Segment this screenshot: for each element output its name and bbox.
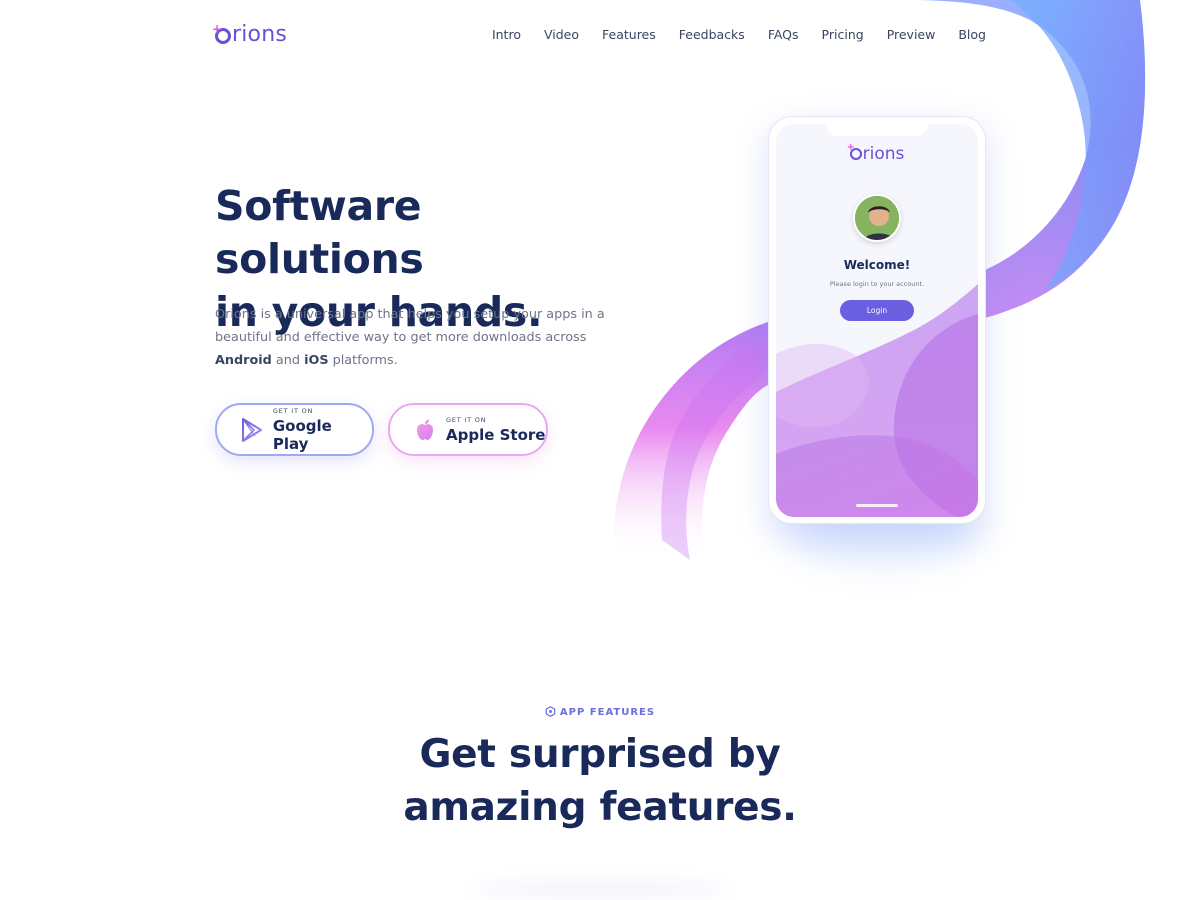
hero-title-line1: Software solutions — [215, 182, 424, 283]
google-play-icon — [239, 417, 265, 443]
nav-link-pricing[interactable]: Pricing — [822, 27, 864, 42]
brand-name: rions — [232, 22, 288, 47]
features-kicker: APP FEATURES — [0, 706, 1200, 718]
google-play-label: Google Play — [272, 416, 332, 453]
logo-plus-icon: + — [212, 21, 223, 36]
hero-desc-part1: Orions is a universal app that helps you… — [215, 307, 605, 345]
phone-logo-name: rions — [862, 144, 905, 164]
user-avatar — [853, 194, 901, 242]
google-play-text: GET IT ON Google Play — [273, 407, 372, 453]
nav-link-blog[interactable]: Blog — [958, 27, 986, 42]
phone-logo-plus-icon: + — [846, 142, 856, 153]
phone-logo-ring-icon: + — [847, 143, 862, 160]
hero-desc-and: and — [275, 353, 300, 368]
hero-description: Orions is a universal app that helps you… — [215, 303, 610, 372]
features-title-line2: amazing features. — [403, 785, 797, 830]
nav-link-preview[interactable]: Preview — [887, 27, 936, 42]
main-nav: Intro Video Features Feedbacks FAQs Pric… — [492, 27, 986, 42]
features-title-line1: Get surprised by — [419, 732, 781, 777]
apple-icon — [412, 417, 438, 443]
nav-link-intro[interactable]: Intro — [492, 27, 521, 42]
nav-link-features[interactable]: Features — [602, 27, 656, 42]
features-title: Get surprised by amazing features. — [0, 728, 1200, 834]
login-subtitle: Please login to your account. — [829, 280, 925, 288]
phone-screen: + rions Welcome! Please login to your acc… — [776, 124, 978, 517]
google-play-small-label: GET IT ON — [272, 406, 314, 415]
login-button[interactable]: Login — [840, 300, 914, 321]
hero-desc-ios: iOS — [304, 353, 329, 368]
phone-app-logo: + rions — [776, 143, 978, 165]
google-play-button[interactable]: GET IT ON Google Play — [215, 403, 374, 456]
nav-link-video[interactable]: Video — [544, 27, 579, 42]
phone-mockup: + rions Welcome! Please login to your acc… — [768, 116, 986, 524]
features-kicker-label: APP FEATURES — [559, 707, 656, 718]
logo-ring-icon: + — [212, 23, 231, 44]
welcome-heading: Welcome! — [843, 258, 911, 272]
apple-store-small-label: GET IT ON — [446, 415, 487, 424]
phone-notch — [826, 124, 928, 136]
hero-desc-android: Android — [215, 353, 272, 368]
apple-store-button[interactable]: GET IT ON Apple Store — [388, 403, 548, 456]
home-indicator — [856, 504, 898, 507]
apple-store-text: GET IT ON Apple Store — [446, 416, 545, 444]
section-bottom-fade — [470, 880, 730, 898]
nav-link-feedbacks[interactable]: Feedbacks — [679, 27, 745, 42]
hexagon-icon — [545, 706, 556, 717]
brand-logo[interactable]: + rions — [212, 22, 288, 47]
hero-desc-part2: platforms. — [332, 353, 398, 368]
apple-store-label: Apple Store — [446, 425, 546, 444]
nav-link-faqs[interactable]: FAQs — [768, 27, 799, 42]
